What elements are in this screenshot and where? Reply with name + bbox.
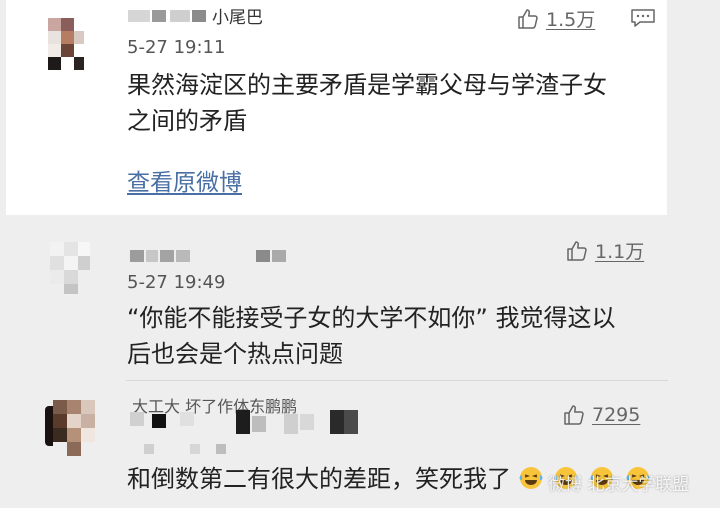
like-count: 1.5万 (546, 9, 596, 31)
comment-line: 后也会是个热点问题 (127, 340, 343, 368)
comment-line: “你能不能接受子女的大学不如你” 我觉得这以 (127, 304, 616, 332)
like-button[interactable]: 7295 (562, 403, 640, 427)
thumbs-up-icon (567, 240, 587, 261)
like-count: 1.1万 (595, 241, 645, 263)
avatar[interactable] (45, 400, 101, 458)
thumbs-up-icon (518, 8, 538, 29)
comment-line: 果然海淀区的主要矛盾是学霸父母与学渣子女 (127, 71, 607, 99)
laughing-emoji-icon (519, 467, 543, 489)
comment-line: 和倒数第二有很大的差距，笑死我了 (127, 465, 511, 493)
comment-content: “你能不能接受子女的大学不如你” 我觉得这以 后也会是个热点问题 (127, 300, 616, 372)
avatar[interactable] (50, 242, 90, 294)
comment-line: 之间的矛盾 (127, 107, 247, 135)
like-button[interactable]: 1.1万 (565, 237, 644, 264)
username-blurred[interactable] (130, 410, 370, 454)
thumbs-up-icon (564, 405, 584, 425)
comment-time: 5-27 19:11 (127, 37, 226, 58)
view-original-weibo-link[interactable]: 查看原微博 (127, 163, 242, 197)
username-blurred[interactable] (128, 10, 208, 24)
like-button[interactable]: 1.5万 (516, 5, 595, 32)
username-fragment[interactable]: 小尾巴 (212, 3, 263, 28)
comment-icon[interactable] (630, 8, 656, 28)
username-blurred[interactable] (130, 250, 300, 264)
comment-content: 果然海淀区的主要矛盾是学霸父母与学渣子女 之间的矛盾 (127, 67, 607, 139)
watermark: 微博 北京大学联盟 (548, 475, 690, 495)
like-count: 7295 (592, 404, 641, 426)
divider (126, 380, 668, 381)
comment-time: 5-27 19:49 (127, 272, 226, 293)
avatar[interactable] (48, 18, 88, 70)
